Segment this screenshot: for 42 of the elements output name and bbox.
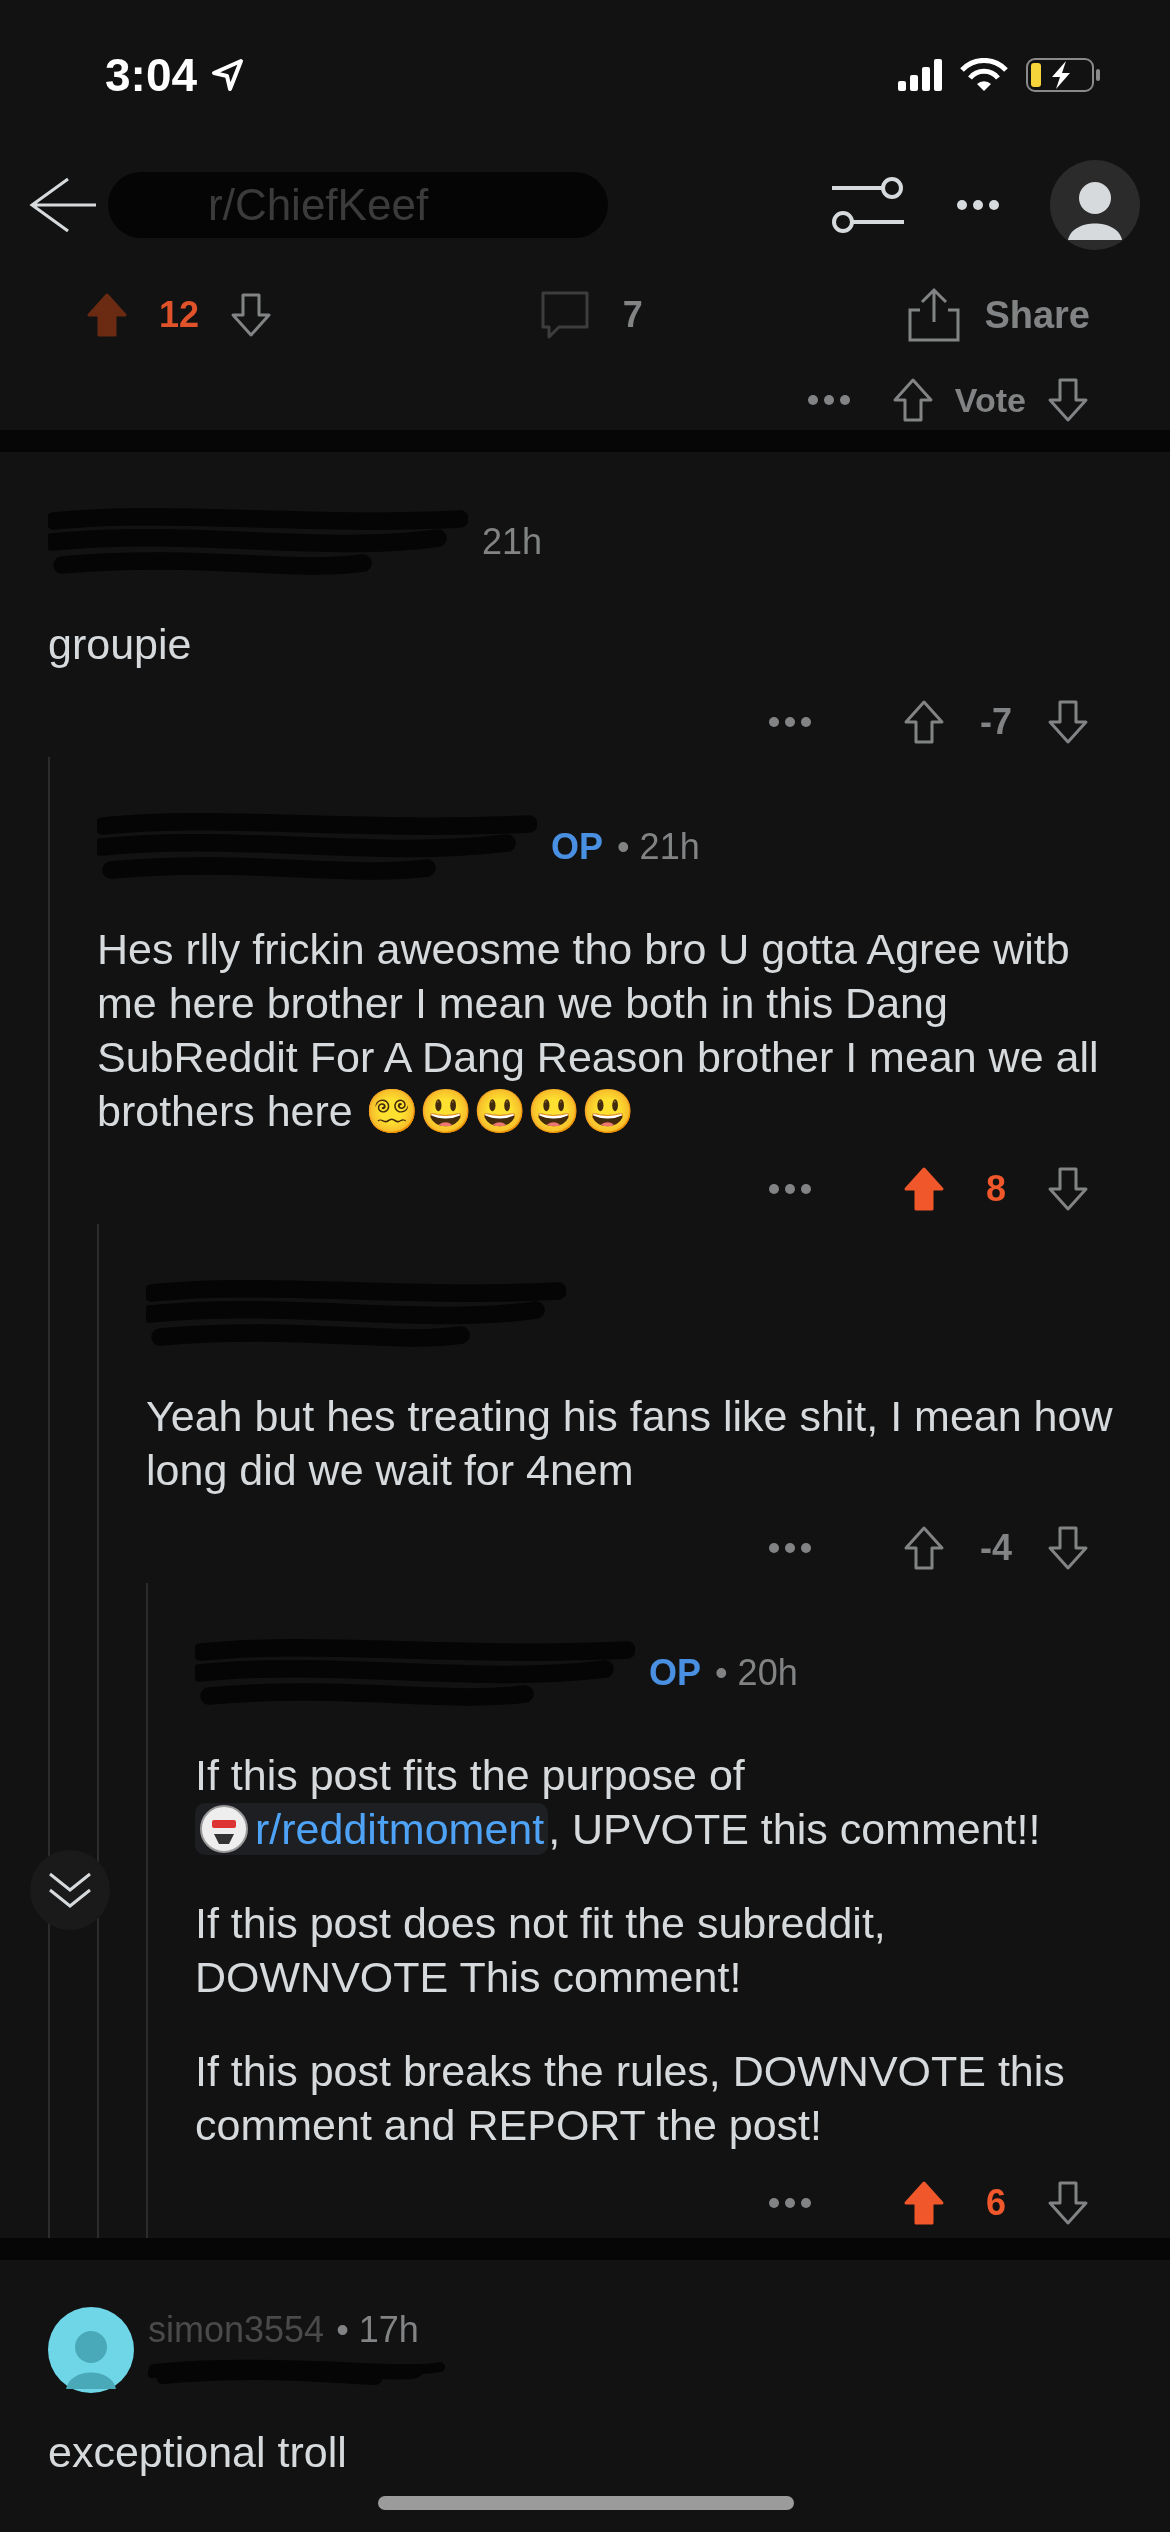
location-icon (211, 58, 246, 92)
wifi-icon (960, 58, 1008, 92)
downvote-icon[interactable] (1046, 1165, 1090, 1213)
signal-icon (898, 59, 942, 91)
downvote-icon[interactable] (1046, 1524, 1090, 1572)
more-icon[interactable] (956, 199, 1000, 211)
upvote-icon[interactable] (902, 1524, 946, 1572)
comment-text: If this post fits the purpose of r/redditmoment, UPVOTE this comment!! (195, 1750, 1042, 1856)
op-label: OP (551, 826, 603, 868)
vote-count: 6 (985, 2182, 1007, 2224)
vote-count: -7 (979, 701, 1013, 743)
vote-count: 12 (159, 294, 200, 336)
clock-time: 3:04 (105, 48, 198, 102)
comment-text: Yeah but hes treating his fans like shit, I mean how long did we wait for 4nem (146, 1391, 1114, 1496)
comment-text: groupie (48, 619, 192, 670)
timestamp: 21h (482, 521, 543, 563)
downvote-icon[interactable] (1046, 2179, 1090, 2227)
timestamp: • 20h (715, 1652, 798, 1694)
share-button[interactable]: Share (906, 286, 1090, 344)
downvote-icon[interactable] (1046, 376, 1090, 424)
comment-text: If this post breaks the rules, DOWNVOTE this comment and REPORT the post! (195, 2046, 1066, 2151)
subreddit-icon (199, 1804, 249, 1854)
comment-text: If this post does not fit the subreddit, DOWNVOTE This comment! (195, 1898, 887, 2003)
comment-count: 7 (622, 294, 643, 336)
upvote-icon[interactable] (902, 2179, 946, 2227)
comment-text: Hes rlly frickin aweosme tho bro U gotta Agree witb me here brother I mean we both in this Dang SubReddit For A Dang Reason brother I mean we all brothers here 😵‍💫😃😃😃😃 (97, 924, 1100, 1137)
op-label: OP (649, 1652, 701, 1694)
avatar-icon[interactable] (48, 2307, 134, 2393)
upvote-icon[interactable] (902, 1165, 946, 1213)
comment-text: exceptional troll (48, 2427, 347, 2478)
filter-icon[interactable] (830, 176, 906, 234)
upvote-icon[interactable] (902, 698, 946, 746)
avatar-icon[interactable] (1050, 160, 1140, 250)
timestamp: • 17h (336, 2309, 419, 2351)
timestamp: • 21h (617, 826, 700, 868)
battery-icon (1026, 58, 1100, 92)
vote-count: 8 (985, 1168, 1007, 1210)
vote-label: Vote (954, 380, 1026, 420)
vote-count: -4 (979, 1527, 1013, 1569)
subreddit-link[interactable]: r/redditmoment (195, 1803, 549, 1855)
downvote-icon[interactable] (1046, 698, 1090, 746)
share-icon (906, 286, 963, 344)
